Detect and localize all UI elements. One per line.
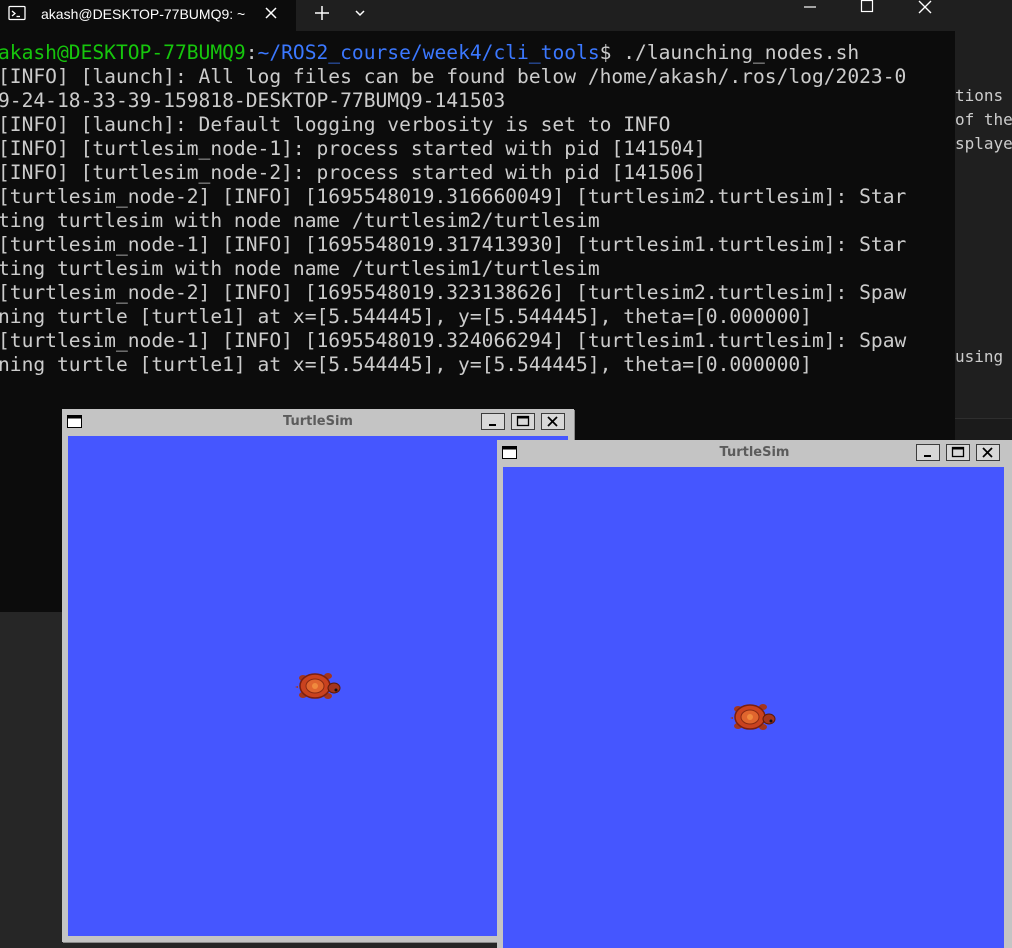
prompt-path: ~/ROS2_course/week4/cli_tools	[257, 41, 600, 64]
terminal-output-line: [INFO] [turtlesim_node-2]: process start…	[0, 161, 706, 184]
prompt-command: ./launching_nodes.sh	[611, 41, 860, 64]
turtlesim-titlebar[interactable]: TurtleSim	[497, 440, 1012, 466]
maximize-button[interactable]	[946, 444, 970, 461]
terminal-tab-title: akash@DESKTOP-77BUMQ9: ~	[41, 6, 246, 22]
close-icon[interactable]	[907, 0, 943, 16]
prompt-user: akash@DESKTOP-77BUMQ9	[0, 41, 246, 64]
terminal-output-line: [INFO] [launch]: Default logging verbosi…	[0, 113, 671, 136]
terminal-output-line: ting turtlesim with node name /turtlesim…	[0, 209, 600, 232]
prompt-separator: :	[245, 41, 258, 64]
terminal-output-line: ting turtlesim with node name /turtlesim…	[0, 257, 600, 280]
turtlesim-canvas[interactable]	[68, 436, 568, 936]
turtle-icon	[730, 704, 776, 730]
turtle-icon	[295, 673, 341, 699]
close-button[interactable]	[976, 444, 1000, 461]
terminal-output-line: [INFO] [launch]: All log files can be fo…	[0, 65, 907, 88]
close-icon[interactable]	[262, 4, 280, 22]
terminal-tab-bar: akash@DESKTOP-77BUMQ9: ~	[0, 0, 955, 31]
prompt-dollar: $	[599, 41, 612, 64]
terminal-output-line: ning turtle [turtle1] at x=[5.544445], y…	[0, 353, 812, 376]
terminal-tab[interactable]: akash@DESKTOP-77BUMQ9: ~	[0, 0, 296, 31]
terminal-prompt-line: akash@DESKTOP-77BUMQ9:~/ROS2_course/week…	[0, 41, 955, 65]
maximize-icon	[951, 446, 965, 458]
terminal-output-line: ning turtle [turtle1] at x=[5.544445], y…	[0, 305, 812, 328]
terminal-icon	[8, 5, 26, 21]
terminal-output-line: [turtlesim_node-1] [INFO] [1695548019.32…	[0, 329, 907, 352]
minimize-icon[interactable]	[793, 0, 827, 14]
editor-text-line: of the	[955, 110, 1012, 129]
editor-text-line: splayed	[955, 134, 1012, 153]
terminal-output-line: [turtlesim_node-2] [INFO] [1695548019.31…	[0, 185, 907, 208]
editor-text-line: tions i	[955, 86, 1012, 105]
terminal-output-line: [INFO] [turtlesim_node-1]: process start…	[0, 137, 706, 160]
minimize-button[interactable]	[916, 444, 940, 461]
terminal-output[interactable]: akash@DESKTOP-77BUMQ9:~/ROS2_course/week…	[0, 41, 955, 377]
turtlesim-canvas[interactable]	[503, 467, 1004, 948]
close-icon	[547, 416, 558, 427]
terminal-output-line: 9-24-18-33-39-159818-DESKTOP-77BUMQ9-141…	[0, 89, 506, 112]
editor-text-line: using	[955, 347, 1004, 366]
terminal-output-line: [turtlesim_node-2] [INFO] [1695548019.32…	[0, 281, 907, 304]
maximize-icon	[516, 415, 530, 427]
chevron-down-icon[interactable]	[350, 4, 370, 22]
minimize-button[interactable]	[481, 413, 505, 430]
maximize-button[interactable]	[511, 413, 535, 430]
minimize-icon	[489, 424, 496, 426]
background-editor-panel: tions i of the splayed using	[955, 0, 1012, 418]
maximize-icon[interactable]	[850, 0, 884, 14]
minimize-icon	[924, 455, 931, 457]
close-button[interactable]	[541, 413, 565, 430]
terminal-output-line: [turtlesim_node-1] [INFO] [1695548019.31…	[0, 233, 907, 256]
close-icon	[982, 447, 993, 458]
turtlesim-window-2[interactable]: TurtleSim	[497, 440, 1012, 948]
turtlesim-titlebar[interactable]: TurtleSim	[62, 409, 574, 435]
plus-icon[interactable]	[312, 3, 332, 23]
